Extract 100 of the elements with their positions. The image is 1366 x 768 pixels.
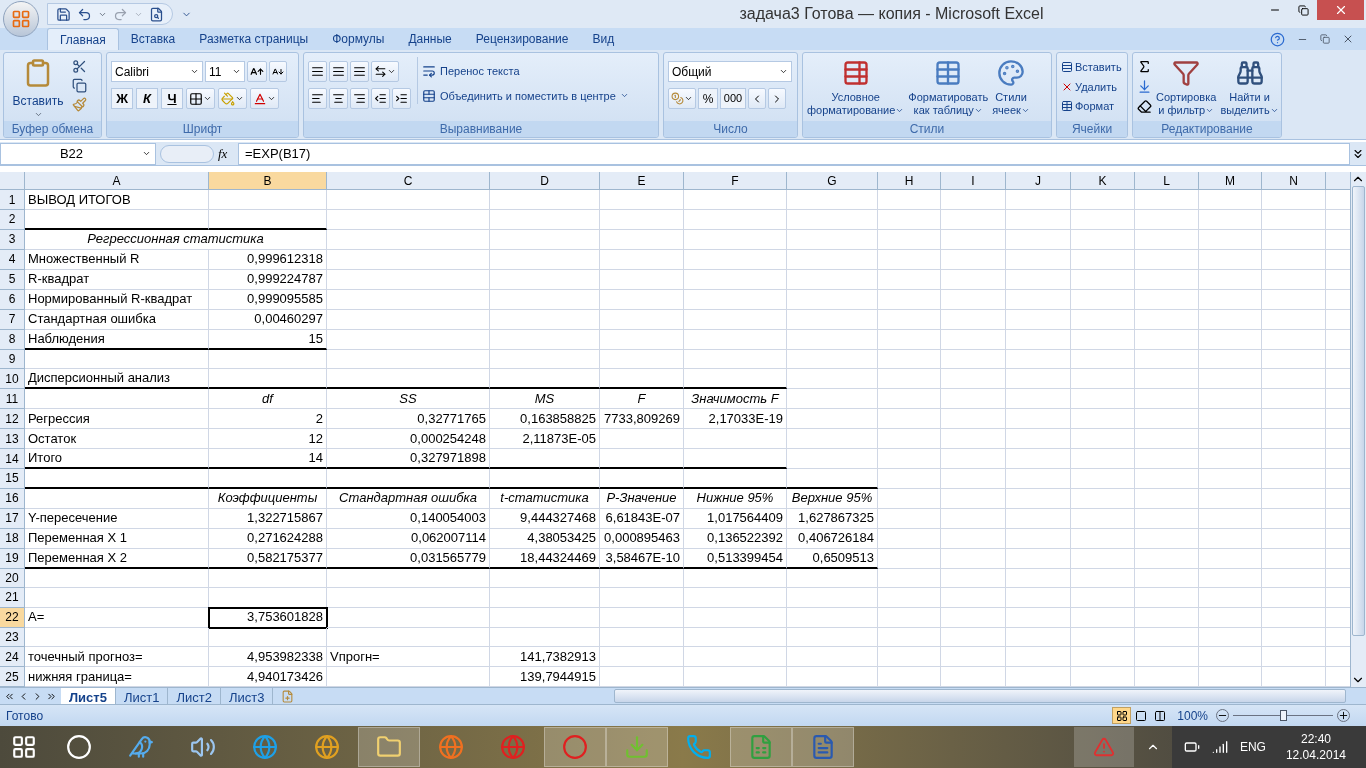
column-header[interactable]: C — [327, 172, 490, 190]
row-header[interactable]: 11 — [0, 389, 25, 409]
column-header[interactable]: M — [1199, 172, 1262, 190]
print-preview-icon[interactable] — [149, 6, 164, 22]
editing-button[interactable]: Найти и выделить — [1220, 57, 1279, 117]
row-header[interactable]: 19 — [0, 548, 25, 569]
copy-icon[interactable] — [72, 78, 87, 93]
language-indicator[interactable]: ENG — [1239, 738, 1266, 756]
align-center-button[interactable] — [329, 88, 348, 109]
signal-icon[interactable] — [1211, 739, 1228, 755]
restore-icon[interactable] — [1320, 34, 1330, 44]
row-header[interactable]: 1 — [0, 190, 25, 210]
thousands-button[interactable]: 000 — [720, 88, 746, 109]
number-format-field[interactable]: Общий — [668, 61, 792, 82]
fill-down-icon[interactable] — [1137, 79, 1152, 94]
cells-button[interactable]: Формат — [1061, 98, 1122, 115]
row-header[interactable]: 21 — [0, 588, 25, 608]
row-header[interactable]: 16 — [0, 488, 25, 509]
column-header[interactable]: G — [787, 172, 878, 190]
underline-button[interactable]: Ч — [161, 88, 183, 109]
resize-handle[interactable] — [160, 144, 214, 163]
ribbon-tab[interactable]: Разметка страницы — [187, 28, 321, 50]
italic-button[interactable]: К — [136, 88, 158, 109]
column-header[interactable]: I — [941, 172, 1006, 190]
cells-button[interactable]: Вставить — [1061, 59, 1122, 76]
zoom-level[interactable]: 100% — [1169, 706, 1216, 725]
grow-font-button[interactable] — [247, 61, 267, 82]
font-name-field[interactable]: Calibri — [111, 61, 203, 82]
column-header[interactable]: A — [25, 172, 209, 190]
row-header[interactable]: 12 — [0, 409, 25, 429]
align-middle-button[interactable] — [329, 61, 348, 82]
ribbon-tab[interactable]: Главная — [47, 28, 119, 50]
sheet-tab[interactable]: Лист5 — [61, 687, 116, 705]
undo-icon[interactable] — [77, 6, 92, 22]
row-header[interactable]: 17 — [0, 508, 25, 529]
row-header[interactable]: 3 — [0, 229, 25, 250]
column-header[interactable]: L — [1135, 172, 1199, 190]
paste-button[interactable]: Вставить — [8, 57, 68, 119]
styles-button[interactable]: Стили ячеек — [992, 57, 1030, 117]
column-header[interactable]: E — [600, 172, 684, 190]
column-header[interactable]: F — [684, 172, 787, 190]
zoom-slider[interactable] — [1233, 709, 1333, 722]
help-icon[interactable] — [1270, 31, 1285, 47]
font-size-field[interactable]: 11 — [205, 61, 245, 82]
column-header[interactable]: N — [1262, 172, 1326, 190]
battery-icon[interactable] — [1183, 739, 1200, 755]
ribbon-tab[interactable]: Вид — [580, 28, 627, 50]
currency-button[interactable] — [668, 88, 696, 109]
cut-icon[interactable] — [72, 59, 87, 74]
ribbon-tab[interactable]: Рецензирование — [463, 28, 581, 50]
font-color-button[interactable] — [250, 88, 279, 109]
ribbon-tab[interactable]: Формулы — [320, 28, 397, 50]
row-header[interactable]: 24 — [0, 647, 25, 667]
align-right-button[interactable] — [350, 88, 369, 109]
scrollbar-thumb[interactable] — [1352, 186, 1365, 636]
increase-decimal-button[interactable] — [748, 88, 766, 109]
shrink-font-button[interactable] — [269, 61, 287, 82]
slider-thumb[interactable] — [1280, 710, 1287, 721]
row-header[interactable]: 6 — [0, 289, 25, 310]
row-header[interactable]: 2 — [0, 210, 25, 230]
office-button[interactable] — [3, 1, 39, 37]
ribbon-tab[interactable]: Вставка — [118, 28, 188, 50]
name-box[interactable]: B22 — [0, 142, 156, 165]
ribbon-tab[interactable]: Данные — [396, 28, 464, 50]
row-header[interactable]: 7 — [0, 309, 25, 330]
align-left-button[interactable] — [308, 88, 327, 109]
cells-button[interactable]: Удалить — [1061, 78, 1122, 95]
styles-button[interactable]: Форматировать как таблицу — [908, 57, 989, 117]
close-icon[interactable] — [1342, 33, 1354, 45]
percent-button[interactable]: % — [698, 88, 718, 109]
align-top-button[interactable] — [308, 61, 327, 82]
orientation-button[interactable] — [371, 61, 399, 82]
row-header[interactable]: 4 — [0, 249, 25, 270]
insert-function-button[interactable]: fx — [218, 143, 238, 164]
view-button[interactable] — [1112, 707, 1132, 724]
editing-button[interactable]: Сортировка и фильтр — [1156, 57, 1217, 117]
horizontal-scrollbar[interactable] — [614, 689, 1346, 703]
row-header[interactable]: 10 — [0, 369, 25, 389]
wrap-text-button[interactable]: Перенос текста — [422, 63, 520, 80]
decrease-indent-button[interactable] — [371, 88, 390, 109]
styles-button[interactable]: Условное форматирование — [807, 57, 905, 117]
column-header[interactable]: H — [878, 172, 941, 190]
column-header[interactable]: K — [1071, 172, 1135, 190]
vertical-scrollbar[interactable] — [1350, 172, 1366, 687]
row-header[interactable]: 5 — [0, 269, 25, 290]
decrease-decimal-button[interactable] — [768, 88, 786, 109]
bold-button[interactable]: Ж — [111, 88, 133, 109]
row-header[interactable]: 18 — [0, 528, 25, 549]
column-header[interactable]: B — [209, 172, 327, 190]
row-header[interactable]: 8 — [0, 329, 25, 350]
row-header[interactable]: 22 — [0, 607, 25, 628]
borders-button[interactable] — [186, 88, 215, 109]
increase-indent-button[interactable] — [392, 88, 411, 109]
row-header[interactable]: 25 — [0, 667, 25, 687]
row-header[interactable]: 14 — [0, 449, 25, 469]
column-header[interactable]: D — [490, 172, 600, 190]
save-icon[interactable] — [56, 6, 71, 22]
column-header[interactable]: J — [1006, 172, 1071, 190]
formula-field[interactable]: =EXP(B17) — [238, 142, 1350, 165]
row-header[interactable]: 15 — [0, 469, 25, 489]
